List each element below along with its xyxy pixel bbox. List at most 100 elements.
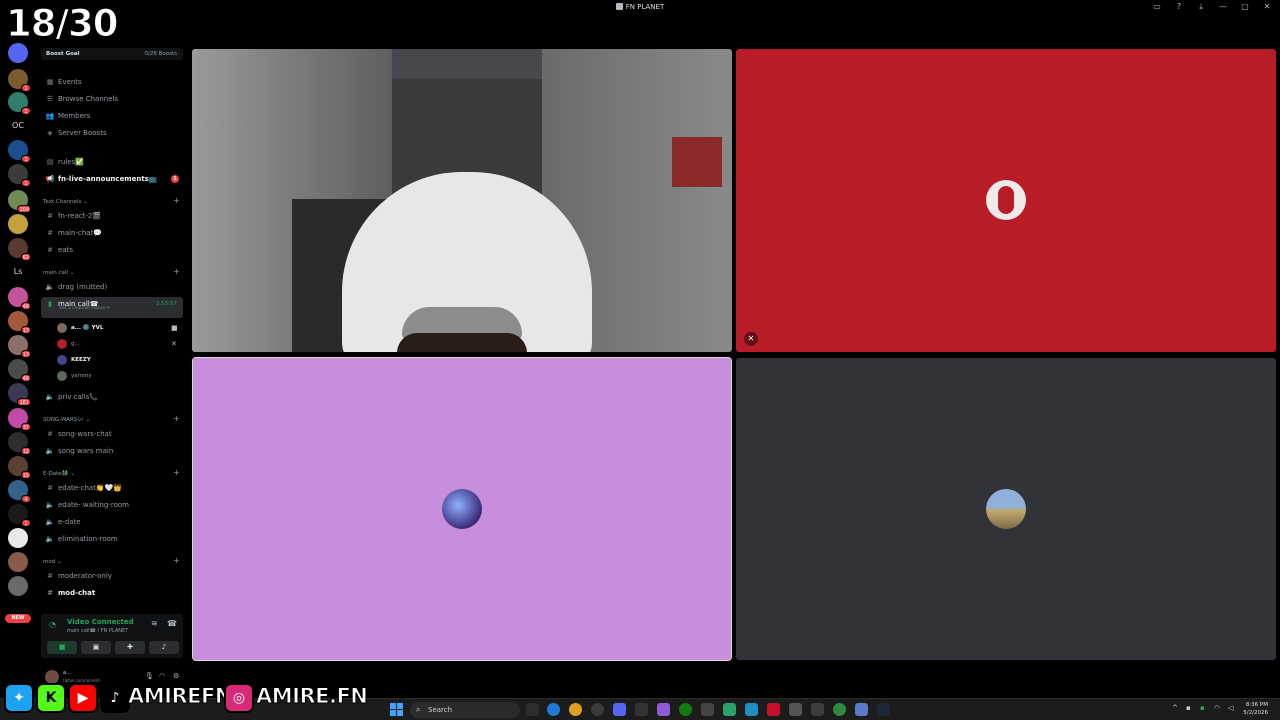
headphones-icon[interactable]: ◠	[159, 672, 165, 680]
close-button[interactable]: ✕	[1262, 2, 1272, 12]
volume-icon[interactable]: ◁	[1228, 704, 1233, 712]
server-icon-21[interactable]	[8, 528, 28, 548]
app-icon[interactable]	[657, 703, 670, 716]
channel-status[interactable]: Set a channel status ✏	[59, 306, 110, 312]
nav-events[interactable]: ▦ Events	[41, 75, 183, 89]
camera-button[interactable]: ■	[47, 641, 77, 654]
server-icon-5[interactable]: 1	[8, 140, 31, 163]
server-icon-19[interactable]: 4	[8, 480, 31, 503]
channel-edate-chat[interactable]: # edate-chat👏🤍👑	[41, 481, 183, 495]
voice-user[interactable]: yammy	[57, 370, 92, 383]
add-channel-icon[interactable]: +	[173, 468, 180, 477]
app-icon[interactable]	[789, 703, 802, 716]
video-tile-user-3[interactable]	[192, 357, 732, 661]
server-icon-20[interactable]: 1	[8, 504, 31, 527]
minimize-button[interactable]: —	[1218, 2, 1228, 12]
voice-channel-e-date[interactable]: 🔈 e-date	[41, 515, 183, 529]
channel-announcements[interactable]: 📢 fn-live-announcements📺 1	[41, 172, 183, 186]
channel-song-wars-chat[interactable]: # song-wars-chat	[41, 427, 183, 441]
category-song-wars[interactable]: SONG-WARS🎶 ⌄ +	[43, 414, 180, 423]
add-channel-icon[interactable]: +	[173, 196, 180, 205]
new-unreads-pill[interactable]: NEW	[5, 614, 31, 623]
start-button[interactable]	[390, 703, 403, 716]
server-icon-3[interactable]: 1	[8, 92, 31, 115]
server-icon-22[interactable]	[8, 552, 28, 572]
voice-channel-main-call[interactable]: ▮ main call☎ 3:55:57 Set a channel status…	[41, 297, 183, 318]
disconnect-icon[interactable]: ☎	[167, 619, 177, 628]
server-icon-1[interactable]	[8, 43, 28, 63]
server-icon-9[interactable]: 63	[8, 238, 31, 261]
server-icon-18[interactable]: 15	[8, 456, 31, 479]
server-icon-11[interactable]: 46	[8, 287, 31, 310]
app-icon[interactable]	[723, 703, 736, 716]
server-icon-12[interactable]: 13	[8, 311, 31, 334]
voice-channel-elimination-room[interactable]: 🔈 elimination-room	[41, 532, 183, 546]
channel-moderator-only[interactable]: # moderator-only	[41, 569, 183, 583]
discord-icon[interactable]	[613, 703, 626, 716]
video-tile-user-2[interactable]: ✕	[736, 49, 1276, 352]
server-icon-16[interactable]: 37	[8, 408, 31, 431]
maximize-button[interactable]: ▢	[1240, 2, 1250, 12]
noise-suppression-icon[interactable]: ≋	[151, 619, 158, 628]
app-icon[interactable]	[591, 703, 604, 716]
server-icon-ls[interactable]: Ls	[8, 262, 28, 282]
microphone-icon[interactable]: 🎙	[145, 672, 154, 680]
channel-rules[interactable]: ▤ rules✅	[41, 155, 183, 169]
server-icon-6[interactable]: 1	[8, 164, 31, 187]
server-icon-23[interactable]	[8, 576, 28, 596]
taskbar-clock[interactable]: 8:36 PM 5/2/2026	[1243, 701, 1268, 717]
inbox-icon[interactable]: ▭	[1152, 2, 1162, 12]
add-channel-icon[interactable]: +	[173, 556, 180, 565]
xbox-icon[interactable]	[679, 703, 692, 716]
wifi-icon[interactable]: ◠	[1214, 704, 1220, 712]
tray-app-icon[interactable]: ▪	[1186, 704, 1191, 712]
edge-icon[interactable]	[547, 703, 560, 716]
voice-channel-priv-calls[interactable]: 🔈 priv calls📞	[41, 390, 183, 404]
server-icon-oc[interactable]: OC	[8, 116, 28, 136]
category-edate[interactable]: E-Date👬 ⌄ +	[43, 468, 180, 477]
download-icon[interactable]: ⤓	[1196, 2, 1206, 12]
channel-main-chat[interactable]: # main-chat💬	[41, 226, 183, 240]
voice-user[interactable]: a... 🌚 YVL	[57, 322, 103, 335]
server-icon-14[interactable]: 46	[8, 359, 31, 382]
video-tile-user-4[interactable]	[736, 358, 1276, 660]
epic-games-icon[interactable]	[635, 703, 648, 716]
server-icon-13[interactable]: 13	[8, 335, 31, 358]
channel-mod-chat[interactable]: # mod-chat	[41, 586, 183, 600]
settings-icon[interactable]: ⚙	[173, 672, 179, 680]
voice-channel-drag[interactable]: 🔈 drag (mutted)	[41, 280, 183, 294]
add-channel-icon[interactable]: +	[173, 414, 180, 423]
signal-icon[interactable]: ◔	[49, 620, 56, 629]
voice-user[interactable]: g...	[57, 338, 80, 351]
category-main-call[interactable]: main call ⌄ +	[43, 267, 180, 276]
voice-channel-song-wars-main[interactable]: 🔈 song wars main	[41, 444, 183, 458]
taskbar-search[interactable]: ⌕ Search	[410, 702, 520, 718]
server-icon-8[interactable]	[8, 214, 28, 234]
boost-goal-bar[interactable]: Boost Goal 0/28 Boosts	[41, 48, 183, 60]
app-icon[interactable]	[745, 703, 758, 716]
activities-button[interactable]: ✚	[115, 641, 145, 654]
app-icon[interactable]	[855, 703, 868, 716]
channel-fn-react-2[interactable]: # fn-react-2🎬	[41, 209, 183, 223]
add-channel-icon[interactable]: +	[173, 267, 180, 276]
channel-eats[interactable]: # eats	[41, 243, 183, 257]
connection-channel[interactable]: main call☎ / FN PLANET	[67, 628, 128, 634]
tray-app-icon[interactable]: ▪	[1200, 704, 1205, 712]
app-icon[interactable]	[767, 703, 780, 716]
steam-icon[interactable]	[877, 703, 890, 716]
soundboard-button[interactable]: ♪	[149, 641, 179, 654]
nav-server-boosts[interactable]: ◈ Server Boosts	[41, 126, 183, 140]
app-icon[interactable]	[701, 703, 714, 716]
server-icon-2[interactable]: 1	[8, 69, 31, 92]
server-icon-7[interactable]: 109	[8, 190, 31, 213]
server-icon-17[interactable]: 12	[8, 432, 31, 455]
settings-icon[interactable]	[811, 703, 824, 716]
tray-chevron-icon[interactable]: ^	[1172, 704, 1178, 712]
video-tile-webcam[interactable]	[192, 49, 732, 352]
category-text-channels[interactable]: Text Channels ⌄ +	[43, 196, 180, 205]
screen-share-button[interactable]: ▣	[81, 641, 111, 654]
category-mod[interactable]: mod ⌄ +	[43, 556, 180, 565]
voice-user[interactable]: KEEZY	[57, 354, 91, 367]
chrome-icon[interactable]	[569, 703, 582, 716]
avatar[interactable]	[45, 670, 59, 684]
